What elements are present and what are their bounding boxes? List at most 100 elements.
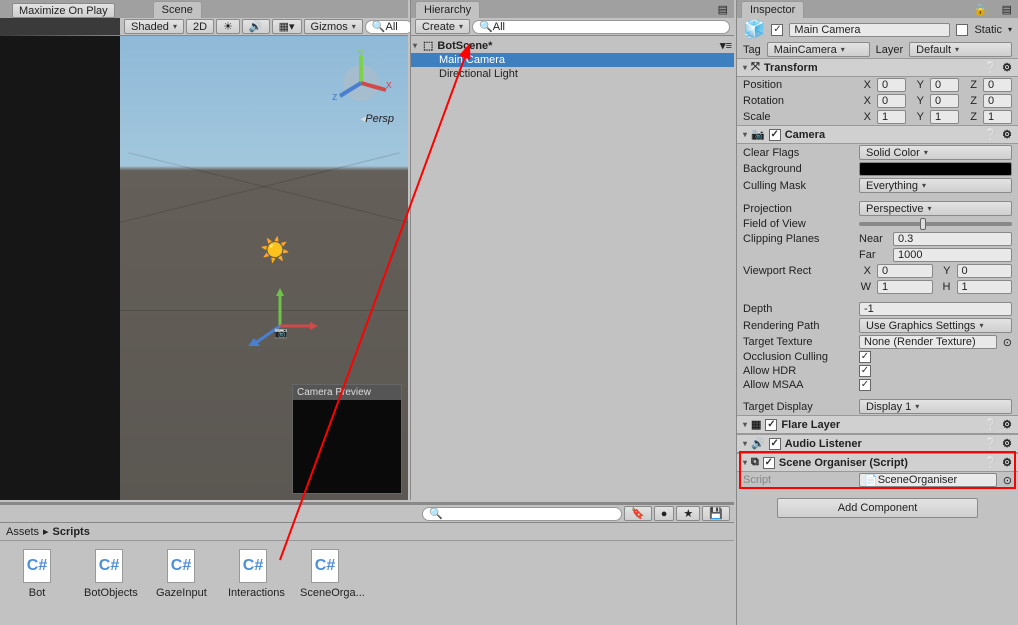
help-icon[interactable]: ❔ (984, 437, 998, 450)
gizmos-dropdown[interactable]: Gizmos (304, 19, 363, 34)
create-dropdown[interactable]: Create (415, 19, 470, 34)
flare-enabled-checkbox[interactable] (765, 419, 777, 431)
vp-h-input[interactable]: 1 (957, 280, 1013, 294)
gear-icon[interactable]: ⚙ (1002, 437, 1012, 450)
gear-icon[interactable]: ⚙ (1002, 128, 1012, 141)
filter-tag-icon[interactable]: 🔖 (624, 506, 652, 521)
vp-y-input[interactable]: 0 (957, 264, 1013, 278)
fov-label: Field of View (743, 218, 853, 230)
scene-tab[interactable]: Scene (153, 1, 202, 18)
near-label: Near (859, 233, 887, 245)
camera-preview: Camera Preview (292, 384, 402, 494)
near-input[interactable]: 0.3 (893, 232, 1012, 246)
scene-viewport[interactable]: y x z ◂Persp ☀️ 📷 Camera Preview (120, 36, 408, 500)
gear-icon[interactable]: ⚙ (1002, 61, 1012, 74)
audio-toggle-icon[interactable]: 🔊 (242, 19, 270, 34)
far-input[interactable]: 1000 (893, 248, 1012, 262)
filter-fav-icon[interactable]: ★ (676, 506, 700, 521)
help-icon[interactable]: ❔ (984, 61, 998, 74)
project-file-item[interactable]: C# SceneOrga... (300, 549, 350, 599)
hierarchy-item-label: Directional Light (439, 68, 518, 80)
transform-header[interactable]: ⤧ Transform ❔⚙ (737, 58, 1018, 77)
rot-z-input[interactable]: 0 (983, 94, 1012, 108)
object-picker-icon[interactable]: ⊙ (1003, 336, 1012, 349)
inspector-tab[interactable]: Inspector (741, 1, 804, 18)
camera-gizmo[interactable]: 📷 (240, 286, 320, 366)
scale-x-input[interactable]: 1 (877, 110, 906, 124)
tag-dropdown[interactable]: MainCamera (767, 42, 870, 57)
shading-dropdown[interactable]: Shaded (124, 19, 184, 34)
hierarchy-item-main-camera[interactable]: Main Camera (411, 53, 734, 67)
directional-light-gizmo[interactable]: ☀️ (260, 236, 290, 265)
project-file-item[interactable]: C# Bot (12, 549, 62, 599)
gameobject-name-input[interactable]: Main Camera (789, 23, 950, 37)
pos-z-input[interactable]: 0 (983, 78, 1012, 92)
projection-dropdown[interactable]: Perspective (859, 201, 1012, 216)
far-label: Far (859, 249, 887, 261)
occlusion-checkbox[interactable] (859, 351, 871, 363)
vp-w-input[interactable]: 1 (877, 280, 933, 294)
static-checkbox[interactable] (956, 24, 968, 36)
scene-panel: Maximize On Play Scene Shaded 2D ☀ 🔊 ▦▾ … (0, 0, 408, 500)
position-label: Position (743, 79, 853, 91)
filter-type-icon[interactable]: ● (654, 506, 675, 521)
gameobject-enabled-checkbox[interactable] (771, 24, 783, 36)
target-display-label: Target Display (743, 401, 853, 413)
persp-label[interactable]: ◂Persp (360, 112, 394, 125)
pos-x-input[interactable]: 0 (877, 78, 906, 92)
target-display-dropdown[interactable]: Display 1 (859, 399, 1012, 414)
vp-x-input[interactable]: 0 (877, 264, 933, 278)
light-toggle-icon[interactable]: ☀ (216, 19, 240, 34)
panel-menu-icon[interactable]: ▤ (712, 1, 734, 18)
projection-label: Projection (743, 203, 853, 215)
culling-mask-dropdown[interactable]: Everything (859, 178, 1012, 193)
rendering-path-dropdown[interactable]: Use Graphics Settings (859, 318, 1012, 333)
project-file-item[interactable]: C# BotObjects (84, 549, 134, 599)
project-search-input[interactable]: 🔍 (422, 507, 622, 521)
help-icon[interactable]: ❔ (984, 418, 998, 431)
audio-enabled-checkbox[interactable] (769, 438, 781, 450)
pos-y-input[interactable]: 0 (930, 78, 959, 92)
fx-toggle-icon[interactable]: ▦▾ (272, 19, 302, 34)
svg-text:📷: 📷 (274, 327, 288, 339)
scene-search-input[interactable]: 🔍All (365, 20, 413, 34)
camera-header[interactable]: 📷 Camera ❔⚙ (737, 125, 1018, 144)
csharp-icon: C# (167, 549, 195, 583)
project-file-item[interactable]: C# GazeInput (156, 549, 206, 599)
file-label: SceneOrga... (300, 587, 350, 599)
camera-enabled-checkbox[interactable] (769, 129, 781, 141)
msaa-checkbox[interactable] (859, 379, 871, 391)
scale-z-input[interactable]: 1 (983, 110, 1012, 124)
layer-dropdown[interactable]: Default (909, 42, 1012, 57)
hierarchy-scene-root[interactable]: ⬚ BotScene* ▾≡ (411, 38, 734, 53)
maximize-on-play-button[interactable]: Maximize On Play (12, 3, 115, 18)
gear-icon[interactable]: ⚙ (1002, 418, 1012, 431)
orientation-gizmo[interactable]: y x z (326, 48, 396, 118)
lock-icon[interactable]: 🔒 (970, 1, 992, 18)
clear-flags-dropdown[interactable]: Solid Color (859, 145, 1012, 160)
breadcrumb-item[interactable]: Scripts (53, 526, 90, 538)
depth-input[interactable]: -1 (859, 302, 1012, 316)
project-files: C# Bot C# BotObjects C# GazeInput C# Int… (0, 541, 734, 607)
panel-menu-icon[interactable]: ▤ (996, 1, 1018, 18)
target-texture-label: Target Texture (743, 336, 853, 348)
hierarchy-search-input[interactable]: 🔍All (472, 20, 730, 34)
scale-y-input[interactable]: 1 (930, 110, 959, 124)
save-search-icon[interactable]: 💾 (702, 506, 730, 521)
rot-y-input[interactable]: 0 (930, 94, 959, 108)
hierarchy-tab[interactable]: Hierarchy (415, 1, 480, 18)
target-texture-input[interactable]: None (Render Texture) (859, 335, 997, 349)
2d-toggle[interactable]: 2D (186, 19, 214, 34)
scene-menu-icon[interactable]: ▾≡ (720, 39, 732, 52)
flare-layer-header[interactable]: ▦ Flare Layer❔⚙ (737, 415, 1018, 434)
project-file-item[interactable]: C# Interactions (228, 549, 278, 599)
fov-slider[interactable] (859, 222, 1012, 226)
hierarchy-item-directional-light[interactable]: Directional Light (411, 67, 734, 81)
breadcrumb-item[interactable]: Assets (6, 526, 39, 538)
background-color-input[interactable] (859, 162, 1012, 176)
help-icon[interactable]: ❔ (984, 128, 998, 141)
transform-icon: ⤧ (751, 61, 760, 74)
hdr-checkbox[interactable] (859, 365, 871, 377)
rot-x-input[interactable]: 0 (877, 94, 906, 108)
add-component-button[interactable]: Add Component (777, 498, 978, 518)
